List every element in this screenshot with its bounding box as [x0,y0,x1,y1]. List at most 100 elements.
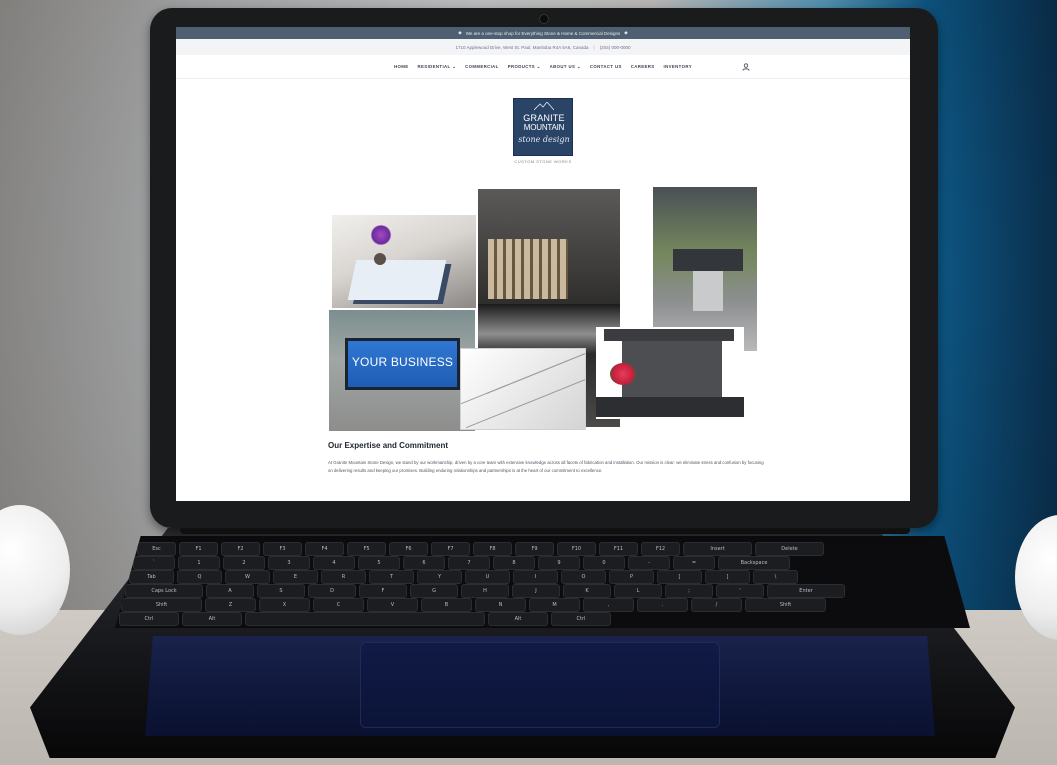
keyboard-key[interactable]: Alt [488,612,548,626]
vase-shape [374,253,386,265]
keyboard-key[interactable]: P [609,570,654,584]
keyboard-key[interactable]: O [561,570,606,584]
keyboard-key[interactable]: , [583,598,634,612]
keyboard-key[interactable]: F7 [431,542,470,556]
keyboard-key[interactable]: K [563,584,611,598]
keyboard-key[interactable]: ] [705,570,750,584]
keyboard-key[interactable]: . [637,598,688,612]
keyboard-key[interactable]: Z [205,598,256,612]
keyboard-key[interactable]: F5 [347,542,386,556]
keyboard-key[interactable]: 6 [403,556,445,570]
keyboard-key[interactable]: Ctrl [551,612,611,626]
diamond-icon: ◆ [624,30,628,35]
keyboard-key[interactable]: 8 [493,556,535,570]
keyboard-key[interactable]: 4 [313,556,355,570]
keyboard-row-2: ` 1 2 3 4 5 6 7 8 9 0- = Backspace [133,556,790,570]
keyboard-key[interactable]: ` [133,556,175,570]
marble-vein [485,349,585,395]
keyboard-key[interactable]: Esc [137,542,176,556]
keyboard-key[interactable]: N [475,598,526,612]
keyboard-key[interactable]: F10 [557,542,596,556]
keyboard-key[interactable]: Enter [767,584,845,598]
keyboard-key[interactable]: J [512,584,560,598]
keyboard-key[interactable]: I [513,570,558,584]
keyboard-key[interactable]: C [313,598,364,612]
keyboard-key[interactable]: X [259,598,310,612]
keyboard-key[interactable]: Caps Lock [125,584,203,598]
nav-item[interactable]: CONTACT US [590,64,622,70]
keyboard-key[interactable]: Shift [121,598,202,612]
nav-item[interactable]: PRODUCTS ⌄ [508,64,541,70]
business-sign-photo: YOUR BUSINESS [329,310,475,431]
keyboard-key[interactable]: F9 [515,542,554,556]
site-logo[interactable]: GRANITE MOUNTAIN stone design [513,98,573,156]
keyboard-key[interactable]: 3 [268,556,310,570]
keyboard-key[interactable]: D [308,584,356,598]
address-bar: 1710 Applewood Drive, West St. Paul, Man… [176,39,910,55]
keyboard: Esc F1 F2 F3 F4 F5 F6 F7 F8 F9 F10 F11 F12 Insert Dele… [115,536,970,628]
keyboard-key[interactable]: 5 [358,556,400,570]
screen-panels [488,239,568,299]
keyboard-key[interactable]: 7 [448,556,490,570]
memorial-bench-photo [596,327,744,419]
section-body: At Granite Mountain Stone Design, we sta… [328,460,764,473]
keyboard-key[interactable]: W [225,570,270,584]
keyboard-key[interactable]: G [410,584,458,598]
account-icon[interactable] [742,63,750,71]
keyboard-key[interactable]: Y [417,570,462,584]
logo-tagline: CUSTOM STONE WORKS [514,159,572,164]
nav-item[interactable]: COMMERCIAL [465,64,499,70]
keyboard-key[interactable]: M [529,598,580,612]
keyboard-key[interactable]: 9 [538,556,580,570]
keyboard-key[interactable]: ' [716,584,764,598]
keyboard-key[interactable]: 0 [583,556,625,570]
keyboard-key[interactable]: S [257,584,305,598]
keyboard-key[interactable]: F11 [599,542,638,556]
keyboard-key[interactable]: 1 [178,556,220,570]
keyboard-key[interactable]: = [673,556,715,570]
section-heading: Our Expertise and Commitment [328,441,449,450]
keyboard-key[interactable]: ; [665,584,713,598]
keyboard-key[interactable]: F [359,584,407,598]
keyboard-key[interactable]: Shift [745,598,826,612]
keyboard-key[interactable]: F3 [263,542,302,556]
keyboard-key[interactable]: R [321,570,366,584]
keyboard-key[interactable]: F6 [389,542,428,556]
counter-base-shape [693,271,723,311]
keyboard-key[interactable]: L [614,584,662,598]
keyboard-key[interactable]: E [273,570,318,584]
keyboard-key[interactable]: Ctrl [119,612,179,626]
keyboard-key[interactable]: A [206,584,254,598]
nav-item[interactable]: RESIDENTIAL ⌄ [418,64,457,70]
keyboard-key[interactable]: F2 [221,542,260,556]
laptop-screen: ◆ We are a one-stop shop for Everything … [176,27,910,501]
nav-item[interactable]: HOME [394,64,409,70]
keyboard-key[interactable]: 2 [223,556,265,570]
keyboard-key[interactable] [245,612,485,626]
keyboard-key[interactable]: Tab [129,570,174,584]
keyboard-key[interactable]: H [461,584,509,598]
phone-link[interactable]: (204) 000-0000 [600,45,631,50]
keyboard-key[interactable]: V [367,598,418,612]
nav-item[interactable]: ABOUT US ⌄ [550,64,581,70]
keyboard-key[interactable]: [ [657,570,702,584]
keyboard-key[interactable]: \ [753,570,798,584]
keyboard-key[interactable]: F12 [641,542,680,556]
keyboard-key[interactable]: Alt [182,612,242,626]
keyboard-key[interactable]: B [421,598,472,612]
keyboard-key[interactable]: U [465,570,510,584]
nav-item[interactable]: INVENTORY [664,64,692,70]
keyboard-key[interactable]: Backspace [718,556,790,570]
keyboard-key[interactable]: - [628,556,670,570]
keyboard-key[interactable]: F1 [179,542,218,556]
keyboard-key[interactable]: T [369,570,414,584]
bench-slab-shape [596,397,744,417]
keyboard-key[interactable]: F8 [473,542,512,556]
keyboard-key[interactable]: Insert [683,542,752,556]
nav-item[interactable]: CAREERS [631,64,655,70]
keyboard-key[interactable]: F4 [305,542,344,556]
keyboard-key[interactable]: Delete [755,542,824,556]
touchpad[interactable] [360,642,720,728]
keyboard-key[interactable]: / [691,598,742,612]
keyboard-key[interactable]: Q [177,570,222,584]
